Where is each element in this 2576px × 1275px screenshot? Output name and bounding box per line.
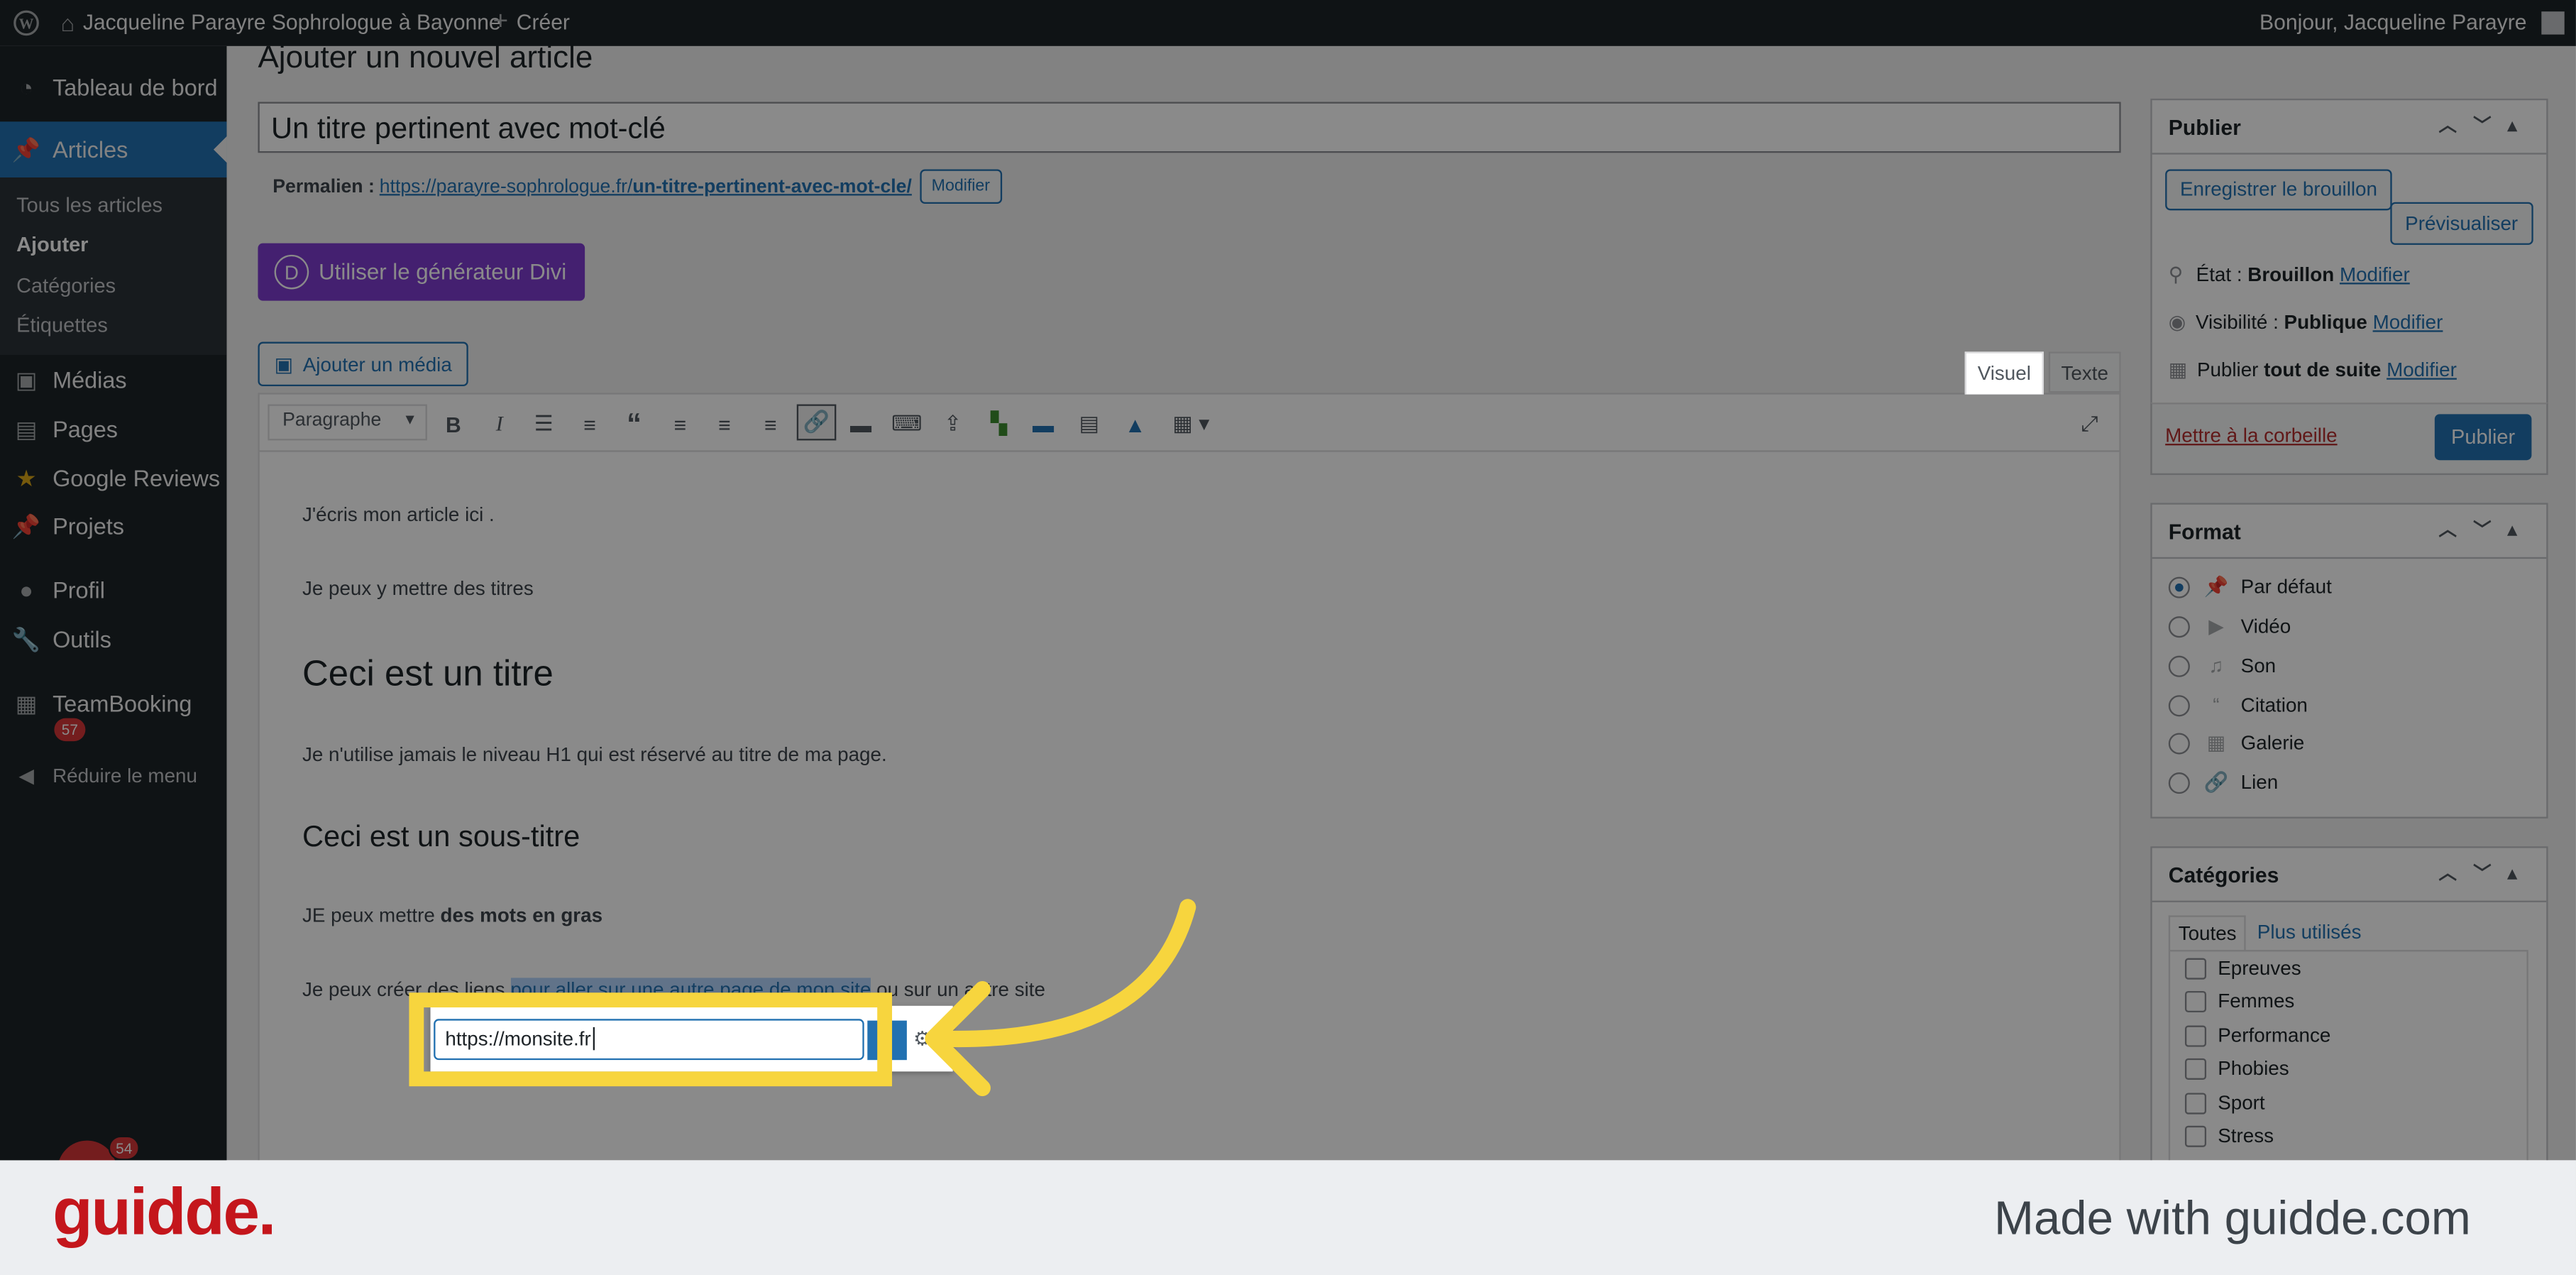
guidde-logo: guidde. (53, 1176, 276, 1249)
made-with-text: Made with guidde.com (1994, 1193, 2471, 1246)
tab-visual[interactable]: Visuel (1964, 351, 2044, 395)
tutorial-dim-overlay (0, 0, 2576, 1161)
link-url-input[interactable]: https://monsite.fr (434, 1019, 864, 1061)
tutorial-arrow-icon (925, 899, 1196, 1097)
guidde-footer: guidde. Made with guidde.com (0, 1160, 2576, 1275)
